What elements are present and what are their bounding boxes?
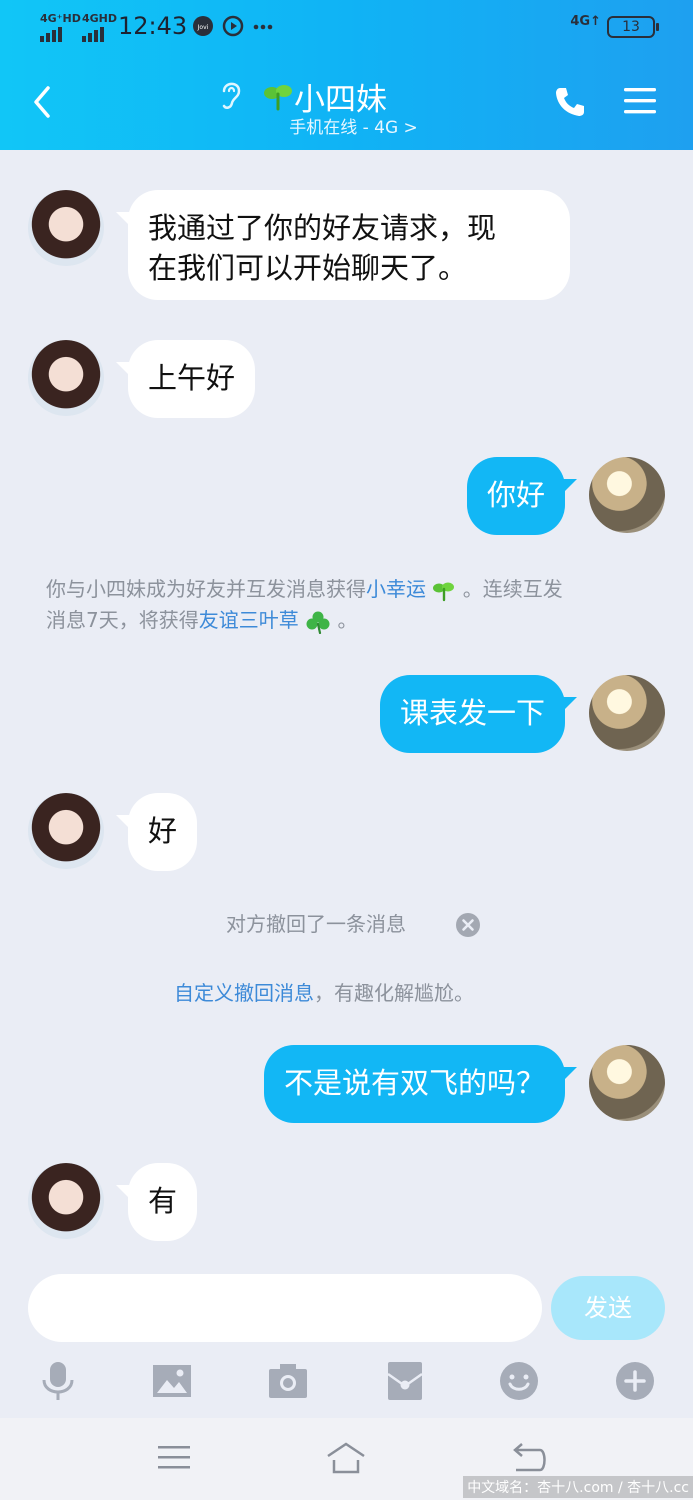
phone-icon[interactable]: [552, 84, 588, 120]
message-bubble-outgoing[interactable]: 你好: [466, 457, 578, 535]
message-text: 上午好: [148, 361, 236, 395]
menu-nav-icon[interactable]: [154, 1440, 194, 1476]
custom-recall-notice: 自定义撤回消息，有趣化解尴尬。: [174, 978, 474, 1009]
notice-text: 消息7天，将获得: [46, 608, 199, 632]
contact-avatar[interactable]: [28, 1163, 104, 1239]
contact-avatar[interactable]: [28, 793, 104, 869]
network-indicator: 4G↑: [570, 14, 601, 29]
status-bar: 4G⁺HD 4GHD 12:43 Jovi 4G↑ 13: [0, 0, 693, 58]
chat-header: 4G⁺HD 4GHD 12:43 Jovi 4G↑ 13 小四妹 手机在线 - …: [0, 0, 693, 150]
message-bubble-incoming[interactable]: 我通过了你的好友请求，现 在我们可以开始聊天了。: [116, 190, 570, 300]
message-text-line: 我通过了你的好友请求，现: [148, 211, 497, 245]
recalled-notice: 对方撤回了一条消息: [226, 909, 406, 940]
notice-text: 你与小四妹成为好友并互发消息获得: [46, 577, 366, 601]
send-button[interactable]: 发送: [551, 1276, 665, 1340]
clover-link[interactable]: 友谊三叶草: [199, 608, 299, 632]
message-input[interactable]: [28, 1274, 542, 1342]
notice-text: ，有趣化解尴尬。: [314, 981, 474, 1005]
friendship-notice: 你与小四妹成为好友并互发消息获得小幸运 。连续互发 消息7天，将获得友谊三叶草 …: [46, 574, 656, 636]
microphone-icon[interactable]: [37, 1360, 79, 1402]
sprout-icon: [433, 582, 455, 601]
message-bubble-incoming[interactable]: 上午好: [115, 340, 256, 418]
back-nav-icon[interactable]: [510, 1440, 550, 1476]
close-icon[interactable]: [455, 912, 481, 938]
svg-text:Jovi: Jovi: [197, 24, 209, 31]
message-bubble-incoming[interactable]: 好: [115, 793, 198, 871]
my-avatar[interactable]: [589, 675, 665, 751]
custom-recall-link[interactable]: 自定义撤回消息: [174, 981, 314, 1005]
sim1-signal: 4G⁺HD: [40, 12, 81, 42]
message-text: 不是说有双飞的吗？: [283, 1066, 545, 1100]
message-text: 有: [148, 1184, 178, 1218]
red-packet-icon[interactable]: [384, 1360, 426, 1402]
message-bubble-incoming[interactable]: 有: [115, 1163, 198, 1241]
sprout-icon: [264, 84, 292, 110]
watermark: 中文域名：杏十八.com / 杏十八.cc: [463, 1476, 693, 1498]
message-text: 你好: [486, 478, 545, 512]
message-bubble-outgoing[interactable]: 不是说有双飞的吗？: [263, 1045, 578, 1123]
clover-icon: [306, 611, 330, 634]
notice-text: 。连续互发: [462, 577, 563, 601]
home-nav-icon[interactable]: [326, 1440, 366, 1476]
my-avatar[interactable]: [589, 1045, 665, 1121]
plus-icon[interactable]: [614, 1360, 656, 1402]
menu-icon[interactable]: [622, 84, 658, 118]
sim2-label: 4GHD: [82, 12, 118, 25]
my-avatar[interactable]: [589, 457, 665, 533]
contact-avatar[interactable]: [28, 190, 104, 266]
status-time: 12:43: [118, 12, 188, 40]
sim1-label: 4G⁺HD: [40, 12, 81, 25]
jovi-icon: Jovi: [193, 16, 213, 36]
battery-indicator: 13: [607, 16, 659, 38]
play-icon: [222, 15, 244, 37]
message-text: 课表发一下: [399, 696, 545, 730]
online-status[interactable]: 手机在线 - 4G >: [0, 113, 693, 138]
message-text: 好: [148, 814, 178, 848]
emoji-icon[interactable]: [498, 1360, 540, 1402]
recalled-text: 对方撤回了一条消息: [226, 912, 406, 936]
lucky-link[interactable]: 小幸运: [366, 577, 426, 601]
message-text-line: 在我们可以开始聊天了。: [148, 251, 468, 285]
sim2-signal: 4GHD: [82, 12, 117, 42]
camera-icon[interactable]: [267, 1360, 309, 1402]
message-bubble-outgoing[interactable]: 课表发一下: [379, 675, 578, 753]
contact-avatar[interactable]: [28, 340, 104, 416]
notice-text: 。: [337, 608, 358, 632]
image-icon[interactable]: [151, 1360, 193, 1402]
ear-icon[interactable]: [218, 78, 244, 112]
more-dots-icon: [253, 24, 273, 30]
